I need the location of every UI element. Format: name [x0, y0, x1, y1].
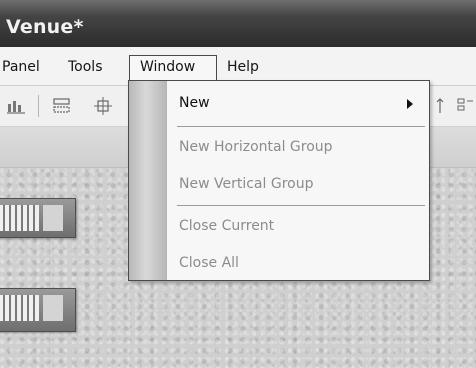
window-menu-dropdown: New New Horizontal Group New Vertical Gr… — [128, 80, 430, 281]
device-panel — [43, 205, 63, 231]
distribute-icon[interactable] — [6, 96, 26, 116]
device-slots — [0, 295, 39, 321]
align-icon[interactable] — [93, 96, 113, 116]
rack-device-icon[interactable] — [0, 198, 76, 238]
layout-icon[interactable] — [455, 96, 475, 116]
application-window: Venue* Panel Tools Window Help New New H… — [0, 0, 476, 368]
menu-separator — [177, 205, 425, 206]
submenu-arrow-icon — [407, 99, 413, 109]
menu-item-close-all[interactable]: Close All — [179, 252, 239, 274]
menu-icon-gutter — [129, 81, 167, 280]
window-title: Venue* — [6, 16, 84, 38]
align-vertical-icon[interactable] — [434, 96, 454, 116]
group-icon[interactable] — [52, 96, 72, 116]
menu-tools[interactable]: Tools — [62, 56, 109, 79]
menu-item-new-horizontal-group[interactable]: New Horizontal Group — [179, 136, 333, 158]
device-slots — [0, 205, 39, 231]
toolbar-separator — [38, 95, 39, 117]
menu-window[interactable]: Window — [129, 55, 217, 80]
menu-separator — [177, 126, 425, 127]
title-bar: Venue* — [0, 0, 476, 47]
menu-item-new-vertical-group[interactable]: New Vertical Group — [179, 173, 313, 195]
menu-help[interactable]: Help — [221, 56, 265, 79]
menu-item-close-current[interactable]: Close Current — [179, 215, 274, 237]
menu-item-new[interactable]: New — [179, 92, 210, 114]
device-panel — [43, 295, 63, 321]
menu-panel[interactable]: Panel — [0, 56, 46, 79]
rack-device-icon[interactable] — [0, 288, 76, 332]
